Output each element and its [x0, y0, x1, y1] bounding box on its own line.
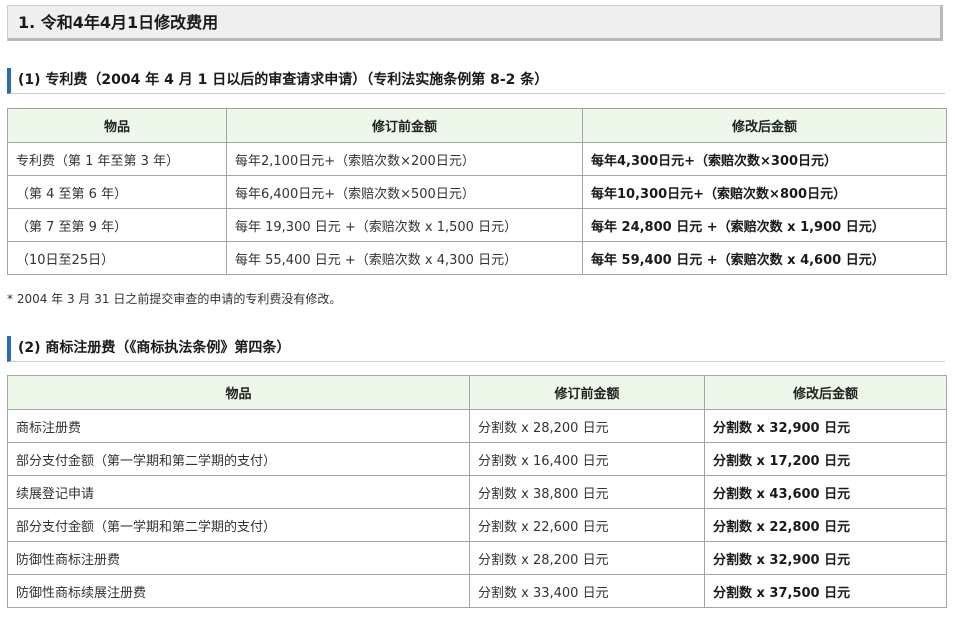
item-cell: 专利费（第 1 年至第 3 年） — [7, 142, 227, 176]
column-header-item: 物品 — [7, 375, 470, 410]
column-header-after: 修改后金额 — [704, 375, 947, 410]
before-amount-cell: 分割数 x 28,200 日元 — [469, 541, 705, 575]
column-header-item: 物品 — [7, 108, 227, 143]
after-amount-cell: 每年 59,400 日元 +（索赔次数 x 4,600 日元） — [582, 241, 947, 275]
after-amount-cell: 分割数 x 32,900 日元 — [704, 541, 947, 575]
item-cell: 部分支付金额（第一学期和第二学期的支付） — [7, 442, 470, 476]
before-amount-cell: 每年6,400日元+（索赔次数×500日元） — [226, 175, 583, 209]
after-amount-cell: 分割数 x 43,600 日元 — [704, 475, 947, 509]
before-amount-cell: 每年2,100日元+（索赔次数×200日元） — [226, 142, 583, 176]
before-amount-cell: 分割数 x 33,400 日元 — [469, 574, 705, 608]
item-cell: 续展登记申请 — [7, 475, 470, 509]
after-amount-cell: 分割数 x 17,200 日元 — [704, 442, 947, 476]
column-header-before: 修订前金额 — [226, 108, 583, 143]
table-row: 部分支付金额（第一学期和第二学期的支付） 分割数 x 22,600 日元 分割数… — [7, 508, 947, 542]
table-row: （10日至25日） 每年 55,400 日元 +（索赔次数 x 4,300 日元… — [7, 241, 947, 275]
column-header-after: 修改后金额 — [582, 108, 947, 143]
trademark-section-heading: (2) 商标注册费（《商标执法条例》第四条） — [7, 336, 945, 362]
before-amount-cell: 分割数 x 28,200 日元 — [469, 409, 705, 443]
item-cell: （第 7 至第 9 年） — [7, 208, 227, 242]
before-amount-cell: 分割数 x 22,600 日元 — [469, 508, 705, 542]
table-row: 商标注册费 分割数 x 28,200 日元 分割数 x 32,900 日元 — [7, 409, 947, 443]
item-cell: 部分支付金额（第一学期和第二学期的支付） — [7, 508, 470, 542]
column-header-before: 修订前金额 — [469, 375, 705, 410]
table-row: （第 4 至第 6 年） 每年6,400日元+（索赔次数×500日元） 每年10… — [7, 175, 947, 209]
after-amount-cell: 每年4,300日元+（索赔次数×300日元） — [582, 142, 947, 176]
after-amount-cell: 分割数 x 22,800 日元 — [704, 508, 947, 542]
item-cell: （10日至25日） — [7, 241, 227, 275]
table-row: 专利费（第 1 年至第 3 年） 每年2,100日元+（索赔次数×200日元） … — [7, 142, 947, 176]
table-row: 防御性商标注册费 分割数 x 28,200 日元 分割数 x 32,900 日元 — [7, 541, 947, 575]
table-row: （第 7 至第 9 年） 每年 19,300 日元 +（索赔次数 x 1,500… — [7, 208, 947, 242]
table-header-row: 物品 修订前金额 修改后金额 — [7, 108, 947, 143]
page-title: 1. 令和4年4月1日修改费用 — [7, 5, 943, 41]
item-cell: 商标注册费 — [7, 409, 470, 443]
before-amount-cell: 每年 19,300 日元 +（索赔次数 x 1,500 日元） — [226, 208, 583, 242]
patent-footnote: * 2004 年 3 月 31 日之前提交审查的申请的专利费没有修改。 — [7, 292, 342, 306]
item-cell: 防御性商标续展注册费 — [7, 574, 470, 608]
table-row: 防御性商标续展注册费 分割数 x 33,400 日元 分割数 x 37,500 … — [7, 574, 947, 608]
after-amount-cell: 每年 24,800 日元 +（索赔次数 x 1,900 日元） — [582, 208, 947, 242]
after-amount-cell: 分割数 x 32,900 日元 — [704, 409, 947, 443]
table-row: 部分支付金额（第一学期和第二学期的支付） 分割数 x 16,400 日元 分割数… — [7, 442, 947, 476]
after-amount-cell: 分割数 x 37,500 日元 — [704, 574, 947, 608]
table-header-row: 物品 修订前金额 修改后金额 — [7, 375, 947, 410]
patent-section-heading: (1) 专利费（2004 年 4 月 1 日以后的审查请求申请）（专利法实施条例… — [7, 68, 945, 94]
before-amount-cell: 每年 55,400 日元 +（索赔次数 x 4,300 日元） — [226, 241, 583, 275]
item-cell: 防御性商标注册费 — [7, 541, 470, 575]
after-amount-cell: 每年10,300日元+（索赔次数×800日元） — [582, 175, 947, 209]
item-cell: （第 4 至第 6 年） — [7, 175, 227, 209]
before-amount-cell: 分割数 x 16,400 日元 — [469, 442, 705, 476]
before-amount-cell: 分割数 x 38,800 日元 — [469, 475, 705, 509]
patent-fee-table: 物品 修订前金额 修改后金额 专利费（第 1 年至第 3 年） 每年2,100日… — [7, 108, 947, 275]
trademark-fee-table: 物品 修订前金额 修改后金额 商标注册费 分割数 x 28,200 日元 分割数… — [7, 375, 947, 608]
table-row: 续展登记申请 分割数 x 38,800 日元 分割数 x 43,600 日元 — [7, 475, 947, 509]
